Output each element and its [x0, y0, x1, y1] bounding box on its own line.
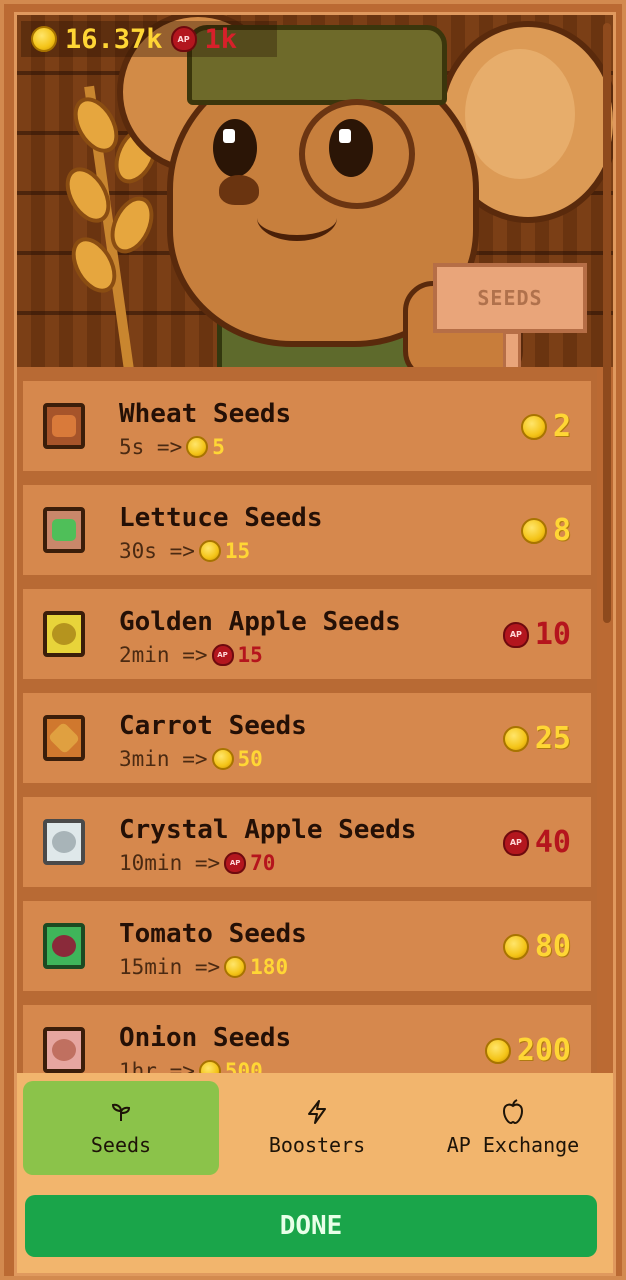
price-amount: 2	[552, 409, 571, 444]
growth-time: 15min =>	[119, 955, 221, 979]
price-button[interactable]: AP 40	[502, 825, 571, 860]
seed-name: Tomato Seeds	[119, 919, 307, 949]
growth-time: 5s =>	[119, 435, 183, 459]
growth-time: 10min =>	[119, 851, 221, 875]
seed-growth: 5s => 5	[119, 435, 225, 459]
tab-label: Seeds	[90, 1133, 152, 1157]
seed-name: Carrot Seeds	[119, 711, 307, 741]
seed-row-golden-apple[interactable]: Golden Apple Seeds 2min => AP 15 AP 10	[23, 589, 591, 679]
ap-balance: 1k	[204, 23, 238, 55]
mouse-inner-ear-art	[465, 49, 575, 179]
reward-amount: 5	[212, 435, 225, 459]
seed-growth: 1hr => 500	[119, 1059, 263, 1073]
ap-apple-icon: AP	[224, 852, 247, 874]
price-button[interactable]: 80	[502, 929, 571, 964]
coin-icon	[484, 1037, 511, 1064]
seed-row-carrot[interactable]: Carrot Seeds 3min => 50 25	[23, 693, 591, 783]
coin-icon	[520, 413, 547, 440]
tab-label: AP Exchange	[446, 1133, 580, 1157]
golden-apple-seed-packet-icon	[43, 611, 85, 657]
sign-post-art	[503, 331, 521, 367]
done-button[interactable]: DONE	[25, 1195, 597, 1257]
scrollbar[interactable]	[603, 23, 611, 623]
currency-hud: 16.37k AP 1k	[21, 21, 277, 57]
price-amount: 40	[534, 825, 571, 860]
lightning-icon	[304, 1099, 330, 1125]
seed-row-tomato[interactable]: Tomato Seeds 15min => 180 80	[23, 901, 591, 991]
seed-row-crystal-apple[interactable]: Crystal Apple Seeds 10min => AP 70 AP 40	[23, 797, 591, 887]
seed-growth: 3min => 50	[119, 747, 263, 771]
reward-amount: 15	[224, 539, 251, 563]
carrot-seed-packet-icon	[43, 715, 85, 761]
seed-row-onion[interactable]: Onion Seeds 1hr => 500 200	[23, 1005, 591, 1073]
ap-apple-icon: AP	[170, 26, 197, 52]
seed-list[interactable]: Wheat Seeds 5s => 5 2 Lettuce Seeds 30s …	[17, 367, 597, 1073]
price-button[interactable]: 2	[520, 409, 571, 444]
growth-time: 2min =>	[119, 643, 208, 667]
price-button[interactable]: 8	[520, 513, 571, 548]
coin-icon	[502, 933, 529, 960]
coin-icon	[198, 1060, 221, 1073]
seeds-sign-text: SEEDS	[477, 286, 543, 310]
reward-amount: 500	[224, 1059, 263, 1073]
price-amount: 10	[534, 617, 571, 652]
mouse-left-eye-art	[213, 119, 257, 177]
seed-growth: 15min => 180	[119, 955, 288, 979]
seed-growth: 10min => AP 70	[119, 851, 275, 875]
reward-amount: 50	[237, 747, 263, 771]
tab-label: Boosters	[268, 1133, 366, 1157]
tab-ap-exchange[interactable]: AP Exchange	[415, 1081, 611, 1175]
tab-boosters[interactable]: Boosters	[219, 1081, 415, 1175]
price-amount: 25	[534, 721, 571, 756]
coin-icon	[186, 436, 209, 458]
ap-apple-icon: AP	[502, 621, 529, 648]
seed-row-lettuce[interactable]: Lettuce Seeds 30s => 15 8	[23, 485, 591, 575]
seed-name: Onion Seeds	[119, 1023, 292, 1053]
reward-amount: 70	[250, 851, 276, 875]
price-button[interactable]: 25	[502, 721, 571, 756]
wheat-seed-packet-icon	[43, 403, 85, 449]
seed-growth: 30s => 15	[119, 539, 250, 563]
seed-name: Wheat Seeds	[119, 399, 292, 429]
sprout-icon	[108, 1099, 134, 1125]
onion-seed-packet-icon	[43, 1027, 85, 1073]
game-frame: SEEDS 16.37k AP 1k Wheat Seeds 5s => 5 2…	[0, 0, 626, 1280]
lettuce-seed-packet-icon	[43, 507, 85, 553]
coin-balance: 16.37k	[65, 23, 163, 55]
tomato-seed-packet-icon	[43, 923, 85, 969]
shop-banner: SEEDS 16.37k AP 1k	[17, 15, 613, 367]
seed-name: Lettuce Seeds	[119, 503, 323, 533]
reward-amount: 180	[250, 955, 289, 979]
shop-panel: SEEDS 16.37k AP 1k Wheat Seeds 5s => 5 2…	[14, 12, 616, 1276]
tab-seeds[interactable]: Seeds	[23, 1081, 219, 1175]
mouse-nose-art	[219, 175, 259, 205]
reward-amount: 15	[237, 643, 263, 667]
seed-growth: 2min => AP 15	[119, 643, 263, 667]
growth-time: 1hr =>	[119, 1059, 195, 1073]
ap-apple-icon: AP	[211, 644, 234, 666]
seed-name: Golden Apple Seeds	[119, 607, 401, 637]
crystal-apple-seed-packet-icon	[43, 819, 85, 865]
coin-icon	[31, 26, 57, 52]
seed-name: Crystal Apple Seeds	[119, 815, 417, 845]
mouse-smile-art	[257, 195, 337, 241]
coin-icon	[211, 748, 234, 770]
growth-time: 30s =>	[119, 539, 195, 563]
coin-icon	[198, 540, 221, 562]
ap-apple-icon: AP	[502, 829, 529, 856]
coin-icon	[224, 956, 247, 978]
price-button[interactable]: AP 10	[502, 617, 571, 652]
apple-outline-icon	[500, 1099, 526, 1125]
price-amount: 8	[552, 513, 571, 548]
price-amount: 200	[516, 1033, 571, 1068]
monocle-art	[299, 99, 415, 209]
price-amount: 80	[534, 929, 571, 964]
price-button[interactable]: 200	[484, 1033, 571, 1068]
coin-icon	[502, 725, 529, 752]
growth-time: 3min =>	[119, 747, 208, 771]
bottom-bar: Seeds Boosters AP Exchange DONE	[17, 1073, 613, 1273]
seeds-sign: SEEDS	[433, 263, 587, 333]
seed-row-wheat[interactable]: Wheat Seeds 5s => 5 2	[23, 381, 591, 471]
coin-icon	[520, 517, 547, 544]
